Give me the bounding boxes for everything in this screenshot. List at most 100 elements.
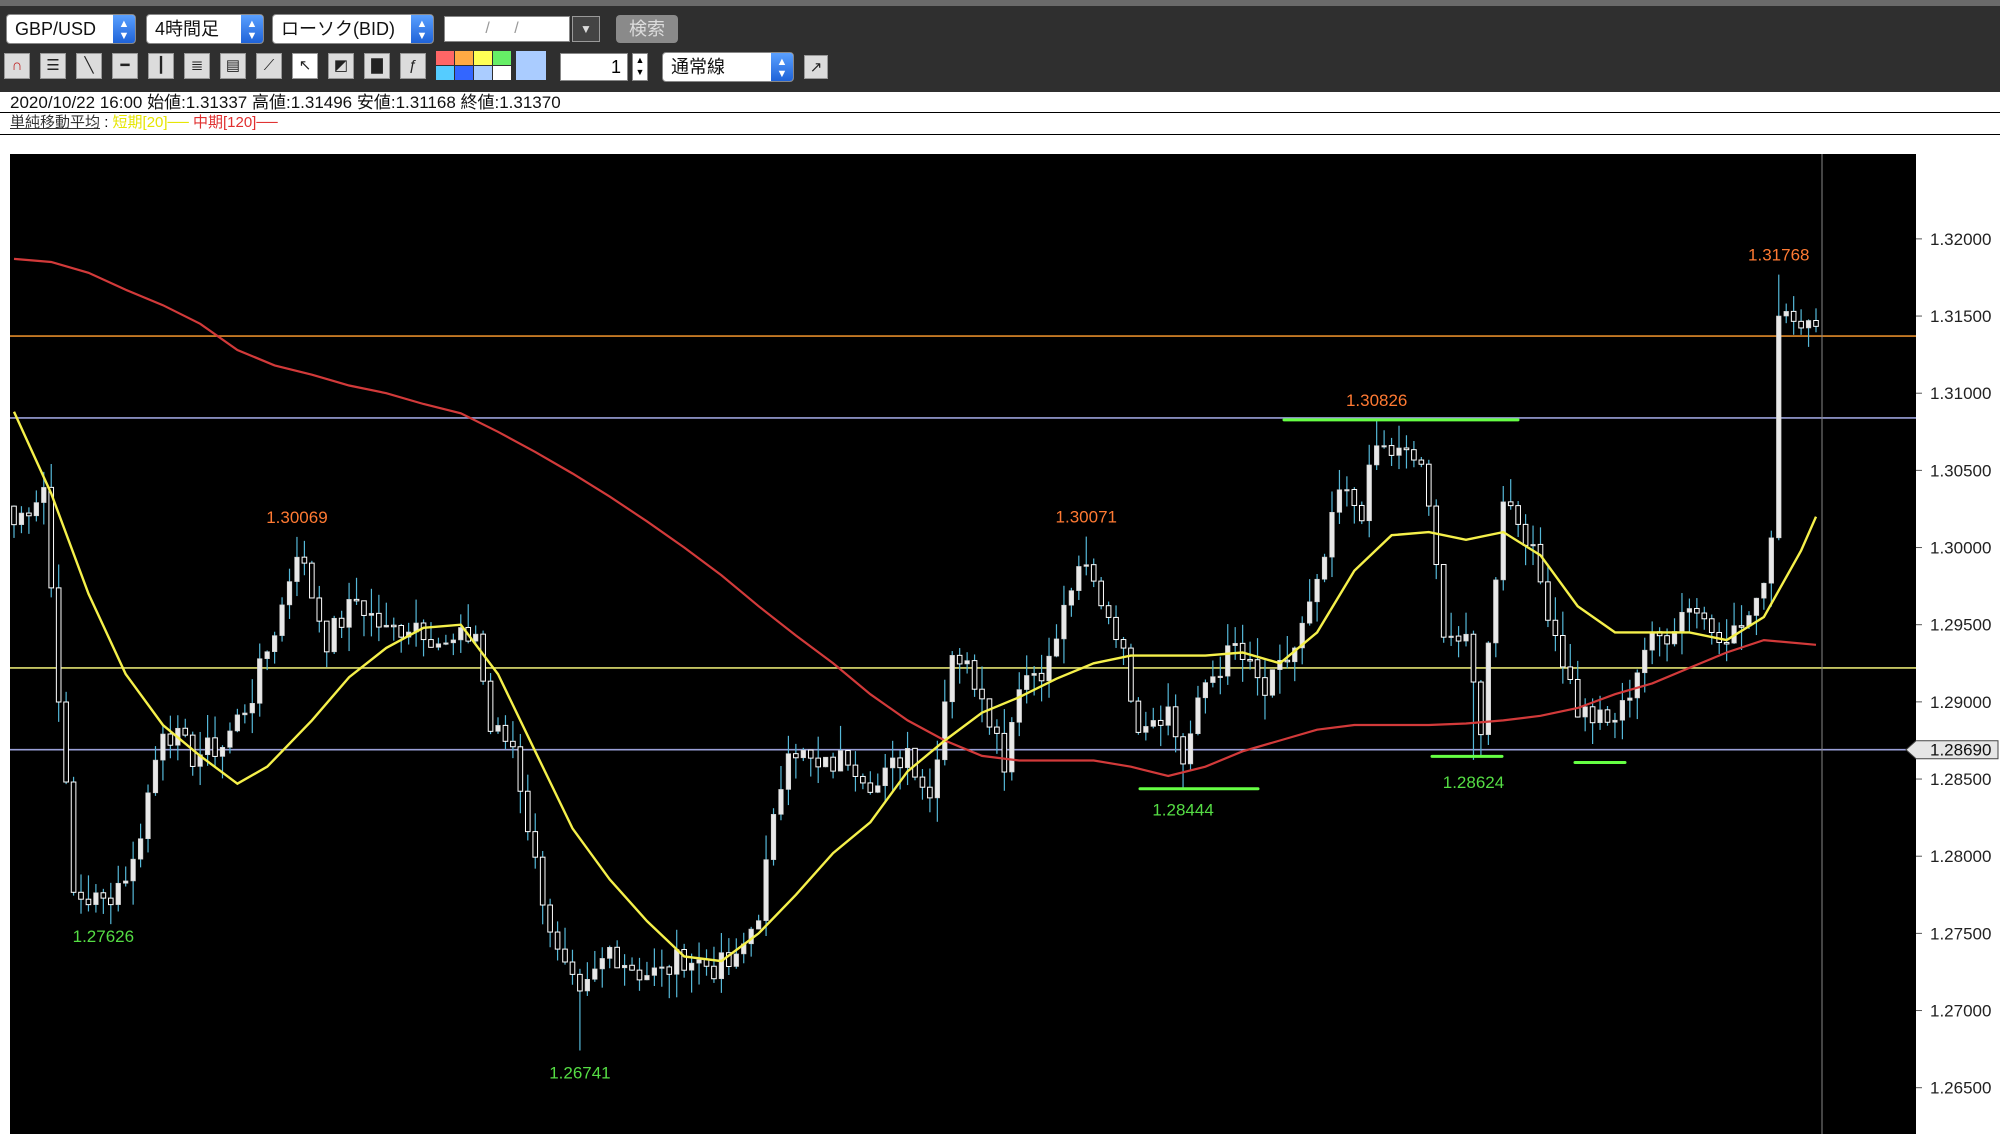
candle-body-down	[100, 892, 107, 899]
candle-body-down	[681, 948, 687, 971]
price-chart[interactable]: 1.30069 1.30071 1.30826 1.31768 1.27626 1.267…	[0, 134, 2000, 1145]
date-dropdown-icon[interactable]: ▼	[572, 16, 600, 42]
candle-body-down	[517, 746, 524, 792]
candle-body-up	[607, 946, 613, 959]
candle-body-down	[1254, 659, 1261, 679]
candle-body-down	[1105, 605, 1112, 618]
candle-body-up	[234, 714, 240, 732]
candle-body-up	[904, 748, 911, 768]
candle-body-down	[919, 776, 926, 788]
symbol-select[interactable]: GBP/USD ▲ ▼	[6, 14, 136, 44]
search-button[interactable]: 検索	[616, 15, 678, 43]
ma-legend-label[interactable]: 単純移動平均	[10, 114, 100, 131]
eraser-icon[interactable]: ◩	[328, 53, 354, 79]
candle-body-up	[473, 633, 479, 642]
y-tick-label: 1.28000	[1930, 847, 1991, 866]
cursor-icon[interactable]: ↖	[292, 53, 318, 79]
candle	[1128, 643, 1134, 703]
color-palette[interactable]	[436, 51, 546, 81]
candle-body-up	[1768, 537, 1774, 584]
candle-body-up	[584, 979, 590, 992]
candle-body-up	[264, 651, 270, 659]
candle	[1098, 576, 1104, 610]
text-icon[interactable]: ƒ	[400, 53, 426, 79]
candle-body-down	[1455, 635, 1462, 642]
candle-body-up	[272, 635, 278, 652]
candle-body-up	[1187, 733, 1194, 765]
candle-body-up	[130, 858, 136, 882]
palette-swatch[interactable]	[474, 51, 492, 65]
candle-body-up	[1016, 689, 1022, 723]
date-input[interactable]: / /	[444, 16, 570, 42]
candle-body-up	[1143, 726, 1149, 733]
candle-body-down	[711, 965, 717, 980]
select-arrows-icon: ▲ ▼	[241, 15, 263, 43]
fan-icon[interactable]: ⟋	[256, 53, 282, 79]
palette-swatch[interactable]	[436, 51, 454, 65]
vertical-line-icon[interactable]: ┃	[148, 53, 174, 79]
candle-body-down	[398, 624, 405, 638]
divider	[0, 112, 2000, 113]
select-arrows-icon: ▲ ▼	[771, 53, 793, 81]
selected-color-swatch[interactable]	[516, 51, 546, 80]
candle-body-down	[1738, 625, 1745, 628]
date-placeholder: / /	[485, 20, 529, 37]
candle-body-up	[435, 643, 442, 648]
candle-body-up	[1344, 489, 1350, 492]
candle-body-down	[1664, 635, 1670, 645]
candle-body-down	[1098, 580, 1104, 607]
candle-body-down	[107, 897, 114, 906]
magnet-icon[interactable]: ∩	[4, 53, 30, 79]
candle-body-down	[1560, 635, 1566, 668]
palette-swatch[interactable]	[474, 66, 492, 80]
candle-body-down	[1247, 658, 1253, 662]
candle-body-down	[420, 622, 427, 641]
candle-body-up	[1031, 673, 1037, 676]
window-strip	[0, 0, 2000, 6]
candle-body-up	[1761, 582, 1767, 599]
palette-swatch[interactable]	[493, 51, 511, 65]
candle-body-down	[867, 782, 874, 793]
palette-swatch[interactable]	[436, 66, 454, 80]
candle-body-up	[689, 962, 695, 971]
candle-body-up	[294, 556, 300, 582]
fibonacci-icon[interactable]: ≣	[184, 53, 210, 79]
chart-type-select[interactable]: ローソク(BID) ▲ ▼	[272, 14, 434, 44]
candle-body-up	[756, 920, 762, 930]
candle-body-down	[1470, 633, 1477, 683]
trend-line-icon[interactable]: ╲	[76, 53, 102, 79]
candle-body-up	[837, 750, 844, 772]
candle-body-up	[1396, 447, 1402, 456]
candle-body-down	[1708, 618, 1715, 634]
palette-swatch[interactable]	[493, 66, 511, 80]
candle-body-down	[1545, 581, 1551, 621]
candle-body-down	[361, 600, 367, 616]
palette-swatch[interactable]	[455, 66, 473, 80]
candle-body-down	[1440, 564, 1447, 638]
candle-body-up	[823, 756, 829, 768]
candle-body-down	[167, 733, 174, 746]
line-style-select[interactable]: 通常線 ▲ ▼	[662, 52, 794, 82]
candle-body-down	[1388, 445, 1395, 456]
line-width-stepper[interactable]: ▲ ▼	[632, 53, 648, 81]
hline-settings-icon[interactable]: ☰	[40, 53, 66, 79]
candle-body-down	[55, 587, 62, 703]
candle	[309, 560, 315, 599]
palette-swatch[interactable]	[455, 51, 473, 65]
horizontal-line-icon[interactable]: ━	[112, 53, 138, 79]
y-tick-label: 1.31000	[1930, 384, 1991, 403]
candle-body-up	[1805, 320, 1812, 329]
candle-body-up	[778, 789, 784, 815]
candle-body-down	[1567, 666, 1574, 680]
candle-body-down	[986, 698, 993, 728]
channel-icon[interactable]: ▤	[220, 53, 246, 79]
line-width-input[interactable]: 1	[560, 53, 628, 81]
candle-body-up	[137, 838, 144, 860]
timeframe-select[interactable]: 4時間足 ▲ ▼	[146, 14, 264, 44]
candle-body-down	[353, 598, 360, 602]
ma-legend-colon: :	[104, 114, 109, 131]
candle	[63, 691, 69, 785]
candle-body-up	[1463, 633, 1469, 642]
expand-icon[interactable]: ↗	[804, 55, 828, 79]
trash-icon[interactable]: ▇	[364, 53, 390, 79]
